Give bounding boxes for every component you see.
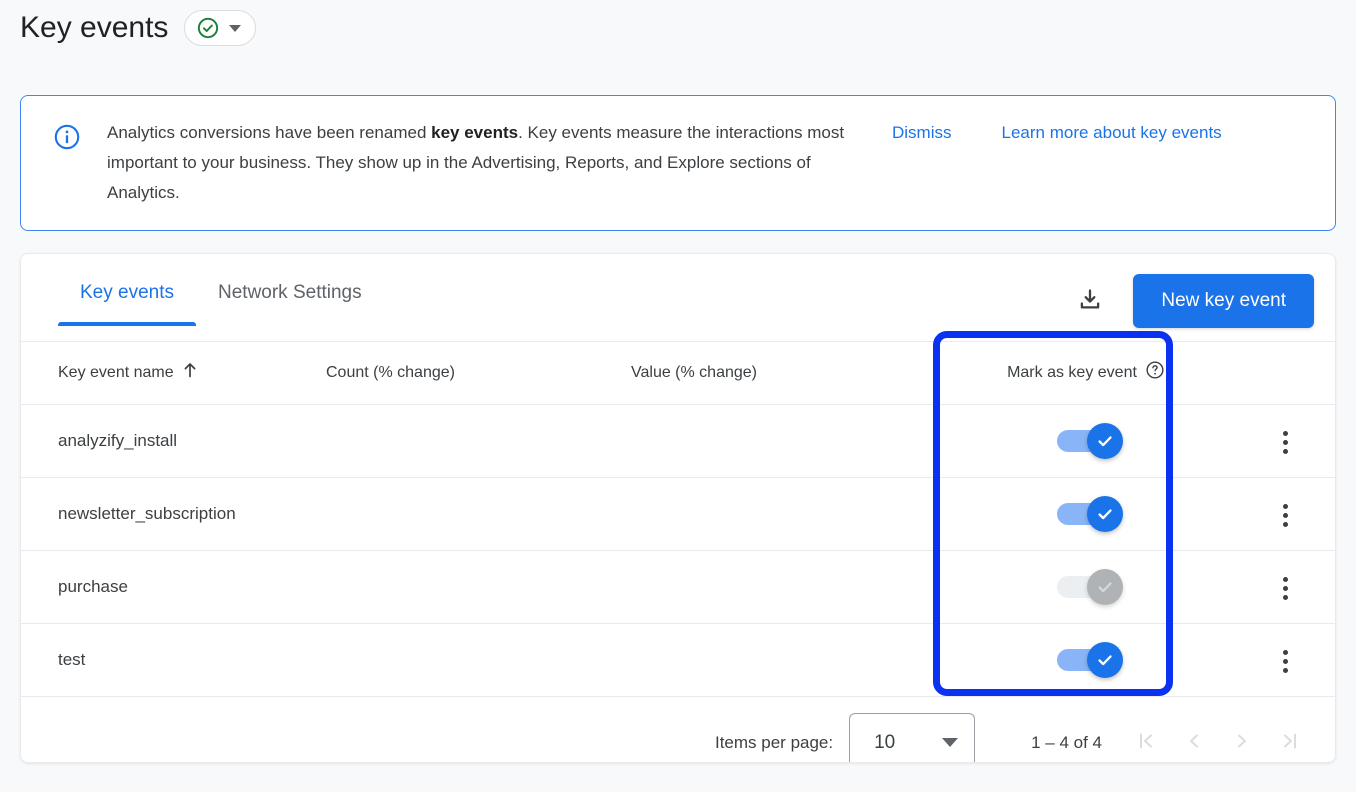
mark-as-key-event-toggle[interactable] xyxy=(1057,641,1123,678)
cell-count xyxy=(326,404,631,478)
banner-text-part1: Analytics conversions have been renamed xyxy=(107,123,432,142)
new-key-event-button[interactable]: New key event xyxy=(1133,274,1314,328)
items-per-page-select[interactable]: 10 xyxy=(849,712,976,762)
info-banner: Analytics conversions have been renamed … xyxy=(20,95,1336,231)
cell-count xyxy=(326,477,631,551)
pagination-range-label: 1 – 4 of 4 xyxy=(1031,732,1102,752)
chevron-down-icon xyxy=(942,738,959,747)
cell-count xyxy=(326,623,631,697)
chevron-down-icon xyxy=(229,24,242,32)
cell-key-event-name: analyzify_install xyxy=(21,404,326,478)
table-row[interactable]: analyzify_install xyxy=(21,404,1335,478)
key-events-table: Key event name Count (% change) Value (%… xyxy=(21,342,1335,697)
column-header-count[interactable]: Count (% change) xyxy=(326,342,631,405)
toolbar-actions: New key event xyxy=(1070,274,1314,328)
first-page-icon xyxy=(1134,729,1158,756)
table-body: analyzify_install newsletter_subscriptio… xyxy=(21,404,1335,697)
cell-key-event-name: test xyxy=(21,623,326,697)
previous-page-button[interactable] xyxy=(1170,719,1218,763)
dismiss-button[interactable]: Dismiss xyxy=(892,121,952,145)
cell-mark-as-key-event xyxy=(936,623,1236,697)
first-page-button[interactable] xyxy=(1122,719,1170,763)
cell-value xyxy=(631,623,936,697)
cell-mark-as-key-event xyxy=(936,404,1236,478)
cell-count xyxy=(326,550,631,624)
paginator: Items per page: 10 1 – 4 of 4 xyxy=(21,697,1335,763)
cell-value xyxy=(631,477,936,551)
table-row[interactable]: newsletter_subscription xyxy=(21,477,1335,551)
mark-as-key-event-toggle[interactable] xyxy=(1057,495,1123,532)
key-events-card: Key events Network Settings New key even… xyxy=(20,253,1336,763)
check-circle-icon xyxy=(197,17,219,39)
tab-bar: Key events Network Settings xyxy=(58,282,384,326)
column-header-key-event-name[interactable]: Key event name xyxy=(21,342,326,405)
more-vert-icon[interactable] xyxy=(1277,498,1294,533)
help-circle-icon[interactable] xyxy=(1145,360,1165,385)
cell-key-event-name: newsletter_subscription xyxy=(21,477,326,551)
banner-actions: Dismiss Learn more about key events xyxy=(892,121,1222,145)
table-row[interactable]: test xyxy=(21,623,1335,697)
cell-mark-as-key-event xyxy=(936,477,1236,551)
tab-key-events[interactable]: Key events xyxy=(58,282,196,326)
card-toolbar: Key events Network Settings New key even… xyxy=(21,254,1335,342)
cell-row-actions xyxy=(1236,477,1335,551)
column-header-key-event-name-label: Key event name xyxy=(58,363,174,381)
more-vert-icon[interactable] xyxy=(1277,644,1294,679)
column-header-value[interactable]: Value (% change) xyxy=(631,342,936,405)
toggle-thumb xyxy=(1087,495,1123,532)
table-row[interactable]: purchase xyxy=(21,550,1335,624)
toggle-thumb xyxy=(1087,422,1123,459)
cell-mark-as-key-event xyxy=(936,550,1236,624)
cell-value xyxy=(631,404,936,478)
more-vert-icon[interactable] xyxy=(1277,425,1294,460)
toggle-thumb xyxy=(1087,641,1123,678)
column-header-actions xyxy=(1236,342,1335,405)
table-header-row: Key event name Count (% change) Value (%… xyxy=(21,342,1335,405)
mark-as-key-event-toggle-disabled xyxy=(1057,568,1123,605)
last-page-icon xyxy=(1278,729,1302,756)
status-dropdown-button[interactable] xyxy=(184,10,257,46)
page-header: Key events xyxy=(20,8,257,48)
sort-ascending-arrow-icon xyxy=(183,362,197,383)
cell-value xyxy=(631,550,936,624)
banner-text-bold: key events xyxy=(431,123,519,142)
cell-row-actions xyxy=(1236,623,1335,697)
download-button[interactable] xyxy=(1070,281,1110,321)
cell-key-event-name: purchase xyxy=(21,550,326,624)
column-header-mark-as-key-event: Mark as key event xyxy=(936,342,1236,405)
items-per-page-label: Items per page: xyxy=(714,732,834,752)
download-icon xyxy=(1077,287,1103,316)
next-page-button[interactable] xyxy=(1218,719,1266,763)
column-header-mark-as-key-event-label: Mark as key event xyxy=(1007,363,1137,381)
banner-message: Analytics conversions have been renamed … xyxy=(107,118,847,208)
tab-network-settings[interactable]: Network Settings xyxy=(196,282,384,326)
more-vert-icon[interactable] xyxy=(1277,571,1294,606)
toggle-thumb xyxy=(1087,568,1123,605)
info-circle-icon xyxy=(53,123,81,156)
table-header: Key event name Count (% change) Value (%… xyxy=(21,342,1335,405)
page-title: Key events xyxy=(20,11,169,44)
last-page-button[interactable] xyxy=(1266,719,1314,763)
cell-row-actions xyxy=(1236,404,1335,478)
chevron-right-icon xyxy=(1230,729,1254,756)
chevron-left-icon xyxy=(1182,729,1206,756)
learn-more-link[interactable]: Learn more about key events xyxy=(1002,121,1222,145)
items-per-page-value: 10 xyxy=(874,731,896,753)
cell-row-actions xyxy=(1236,550,1335,624)
mark-as-key-event-toggle[interactable] xyxy=(1057,422,1123,459)
key-events-page: Key events Analytics conversions have be… xyxy=(0,0,1356,792)
